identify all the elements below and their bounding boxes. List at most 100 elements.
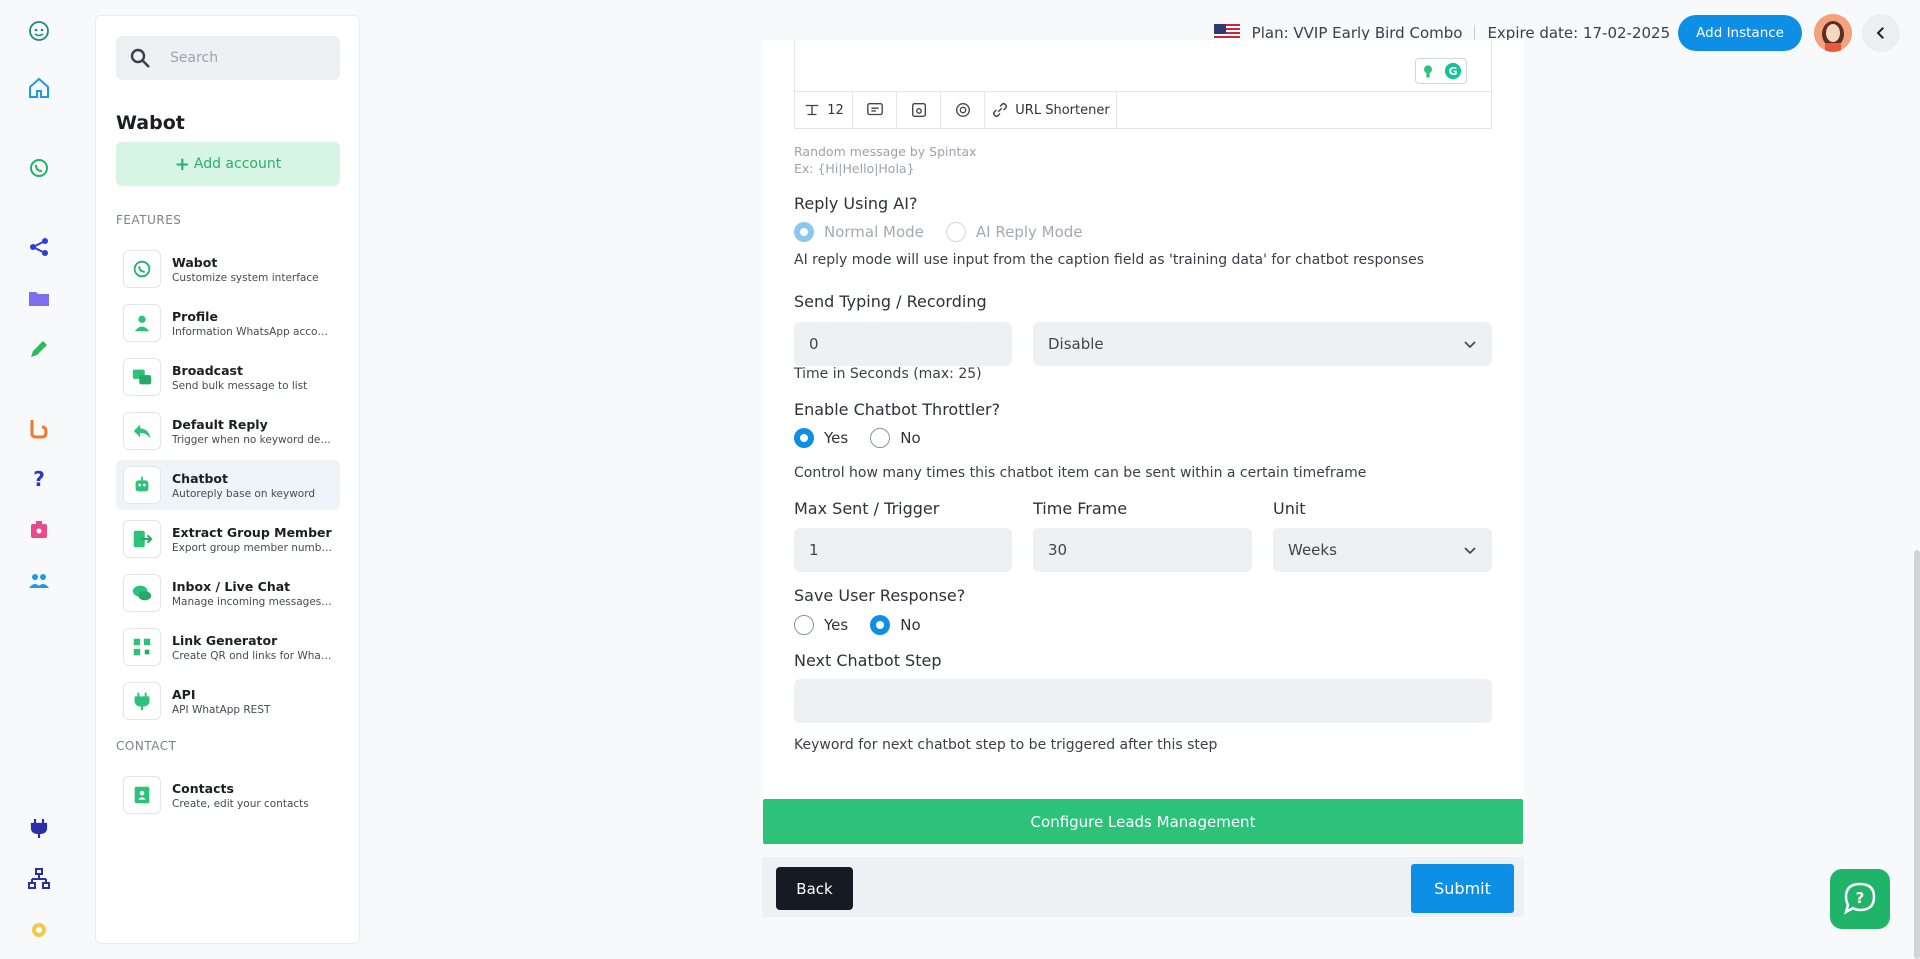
throttler-yes-radio[interactable]	[794, 428, 814, 448]
nav-title: API	[172, 686, 196, 702]
max-sent-input[interactable]: 1	[794, 528, 1012, 572]
badge-icon[interactable]	[24, 515, 54, 545]
svg-text:?: ?	[1856, 889, 1865, 907]
spintax-example: Ex: {Hi|Hello|Hola}	[794, 161, 915, 176]
sidebar-item-link-generator[interactable]: Link Generator Create QR ond links for Wh…	[116, 622, 340, 672]
save-response-yes-label: Yes	[824, 616, 849, 634]
plug-icon[interactable]	[24, 813, 54, 843]
next-step-label: Next Chatbot Step	[794, 651, 942, 670]
search-input[interactable]	[170, 50, 330, 66]
features-sidebar: Wabot + Add account FEATURES WabotCustom…	[95, 15, 360, 944]
folder-icon[interactable]	[24, 283, 54, 313]
time-frame-value: 30	[1048, 541, 1068, 559]
plug-icon	[123, 682, 161, 720]
chat-bubbles-icon	[123, 358, 161, 396]
divider	[1474, 25, 1476, 41]
help-chat-icon: ?	[1843, 882, 1876, 915]
ai-button[interactable]	[941, 92, 985, 128]
sidebar-item-broadcast[interactable]: Broadcast Send bulk message to list	[116, 352, 340, 402]
ai-reply-mode-radio[interactable]	[945, 222, 966, 242]
form-footer: Back Submit	[762, 857, 1524, 917]
sidebar-item-wabot[interactable]: Wabot Customize system interface	[116, 244, 340, 294]
sidebar-item-profile[interactable]: Profile Information WhatsApp account	[116, 298, 340, 348]
logo-icon[interactable]	[24, 16, 54, 46]
comment-button[interactable]	[853, 92, 897, 128]
share-icon[interactable]	[24, 232, 54, 262]
typing-seconds-input[interactable]: 0	[794, 322, 1012, 366]
message-editor[interactable]: G	[794, 40, 1492, 92]
unit-select[interactable]: Weeks	[1273, 528, 1492, 572]
page-scrollbar[interactable]	[1914, 550, 1920, 959]
nav-subtitle: Autoreply base on keyword	[172, 487, 316, 500]
typing-mode-select[interactable]: Disable	[1033, 322, 1492, 366]
nav-subtitle: API WhatApp REST	[172, 703, 271, 716]
chevron-left-icon	[1876, 27, 1884, 39]
add-instance-button[interactable]: Add Instance	[1678, 15, 1802, 51]
spintax-hint: Random message by Spintax	[794, 144, 977, 159]
throttler-yes-label: Yes	[824, 429, 849, 447]
sidebar-item-default-reply[interactable]: Default Reply Trigger when no keyword det…	[116, 406, 340, 456]
reply-icon	[123, 412, 161, 450]
save-response-yes-radio[interactable]	[794, 615, 814, 635]
next-step-input[interactable]	[794, 679, 1492, 723]
add-account-button[interactable]: + Add account	[116, 142, 340, 186]
save-response-label: Save User Response?	[794, 586, 966, 605]
help-icon[interactable]: ?	[24, 464, 54, 494]
back-button[interactable]: Back	[776, 867, 853, 910]
time-frame-input[interactable]: 30	[1033, 528, 1252, 572]
save-template-button[interactable]	[897, 92, 941, 128]
sitemap-icon[interactable]	[24, 864, 54, 894]
editor-extension-badge[interactable]: G	[1415, 58, 1467, 84]
whatsapp-icon[interactable]	[24, 153, 54, 183]
plus-icon: +	[174, 153, 190, 175]
normal-mode-label: Normal Mode	[824, 223, 924, 241]
ai-mode-help: AI reply mode will use input from the ca…	[794, 252, 1424, 268]
sidebar-item-inbox-live-chat[interactable]: Inbox / Live Chat Manage incoming message…	[116, 568, 340, 618]
support-chat-button[interactable]: ?	[1830, 869, 1890, 929]
ai-reply-mode-label: AI Reply Mode	[975, 223, 1083, 241]
url-shortener-button[interactable]: URL Shortener	[985, 92, 1117, 128]
svg-text:G: G	[1449, 65, 1458, 78]
live-chat-icon	[123, 574, 161, 612]
max-sent-value: 1	[809, 541, 819, 559]
time-frame-label: Time Frame	[1033, 499, 1128, 518]
sidebar-item-api[interactable]: API API WhatApp REST	[116, 676, 340, 726]
save-response-no-radio[interactable]	[870, 615, 891, 635]
sidebar-item-chatbot[interactable]: Chatbot Autoreply base on keyword	[116, 460, 340, 510]
qr-code-icon	[123, 628, 161, 666]
nav-title: Chatbot	[172, 470, 228, 486]
editor-toolbar: 12 URL Shortener	[794, 91, 1492, 129]
edit-icon[interactable]	[24, 334, 54, 364]
typing-mode-value: Disable	[1048, 335, 1104, 353]
throttler-no-label: No	[900, 429, 921, 447]
contact-section-label: CONTACT	[116, 739, 177, 753]
sidebar-item-contacts[interactable]: Contacts Create, edit your contacts	[116, 770, 340, 820]
throttler-options: Yes No	[794, 428, 943, 448]
user-icon	[123, 304, 161, 342]
chevron-down-icon	[1464, 341, 1476, 349]
home-icon[interactable]	[24, 73, 54, 103]
search-box[interactable]	[116, 36, 340, 80]
gear-icon[interactable]	[24, 915, 54, 945]
normal-mode-radio[interactable]	[794, 222, 814, 242]
users-icon[interactable]	[24, 566, 54, 596]
configure-leads-button[interactable]: Configure Leads Management	[763, 799, 1523, 844]
submit-button[interactable]: Submit	[1411, 864, 1514, 913]
link-icon	[993, 102, 1008, 118]
features-section-label: FEATURES	[116, 213, 182, 227]
character-count[interactable]: 12	[795, 92, 853, 128]
collapse-button[interactable]	[1862, 14, 1900, 52]
avatar[interactable]	[1814, 14, 1852, 52]
sidebar-item-extract-group-member[interactable]: Extract Group Member Export group member …	[116, 514, 340, 564]
unit-label: Unit	[1273, 499, 1306, 518]
whatsapp-icon	[123, 250, 161, 288]
nav-subtitle: Information WhatsApp account	[172, 325, 332, 338]
nav-subtitle: Send bulk message to list	[172, 379, 308, 392]
typing-seconds-value: 0	[809, 335, 819, 353]
character-count-value: 12	[827, 102, 844, 118]
blogger-icon[interactable]	[24, 413, 54, 443]
chevron-down-icon	[1464, 547, 1476, 555]
nav-subtitle: Manage incoming messages ...	[172, 595, 332, 608]
throttler-no-radio[interactable]	[870, 428, 891, 448]
nav-title: Inbox / Live Chat	[172, 578, 291, 594]
